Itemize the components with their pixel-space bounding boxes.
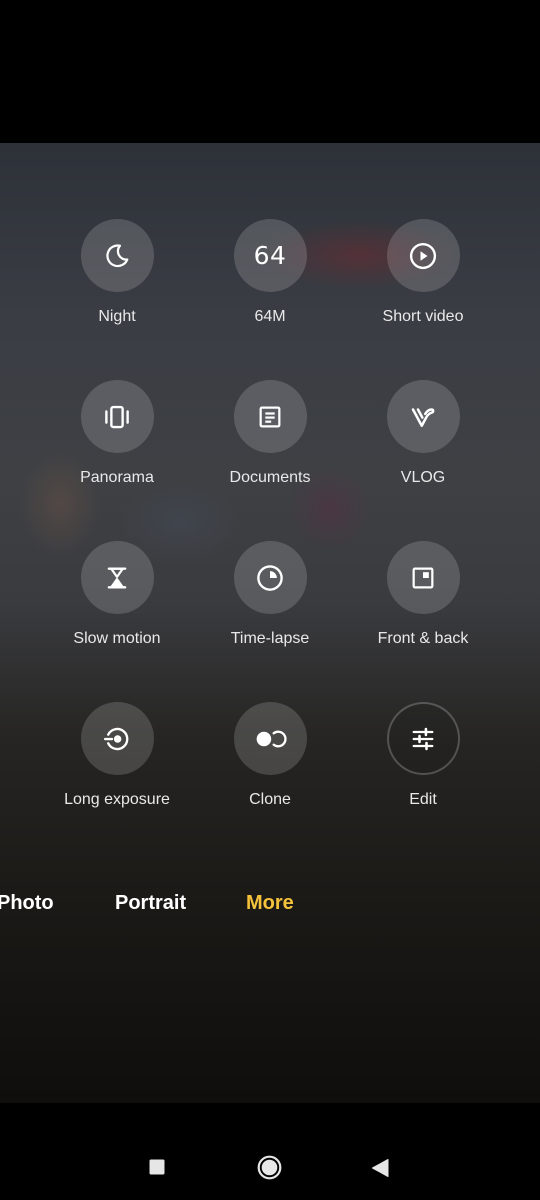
triangle-back-icon[interactable] (371, 1158, 389, 1183)
long-exposure-icon (80, 702, 154, 775)
mode-label: Panorama (80, 469, 154, 486)
camera-mode-tabs: Photo Portrait More (0, 890, 540, 920)
mode-night[interactable]: Night (42, 219, 192, 326)
front-back-icon (386, 541, 460, 614)
64-icon: 64 (233, 219, 307, 292)
64-icon-text: 64 (253, 241, 287, 270)
mode-label: VLOG (400, 469, 446, 486)
square-icon[interactable] (149, 1159, 166, 1181)
panorama-icon (80, 380, 154, 453)
tab-photo[interactable]: Photo (0, 892, 54, 915)
top-bar (0, 0, 540, 143)
mode-label: Long exposure (64, 791, 170, 808)
mode-label: Front & back (377, 630, 469, 647)
mode-vlog[interactable]: VLOG (348, 380, 498, 487)
mode-clone[interactable]: Clone (195, 702, 345, 809)
mode-panorama[interactable]: Panorama (42, 380, 192, 487)
mode-front-back[interactable]: Front & back (348, 541, 498, 648)
mode-label: Time-lapse (230, 630, 310, 647)
mode-64m[interactable]: 64 64M (195, 219, 345, 326)
mode-label: 64M (254, 308, 286, 325)
mode-long-exposure[interactable]: Long exposure (42, 702, 192, 809)
mode-label: Night (98, 308, 136, 325)
mode-label: Clone (249, 791, 291, 808)
clone-icon (233, 702, 307, 775)
document-icon (233, 380, 307, 453)
sliders-icon (386, 702, 460, 775)
mode-label: Edit (409, 791, 437, 808)
moon-icon (80, 219, 154, 292)
mode-slow-motion[interactable]: Slow motion (42, 541, 192, 648)
mode-edit[interactable]: Edit (348, 702, 498, 809)
play-circle-icon (386, 219, 460, 292)
mode-label: Slow motion (73, 630, 161, 647)
mode-time-lapse[interactable]: Time-lapse (195, 541, 345, 648)
circle-icon[interactable] (257, 1155, 282, 1185)
timelapse-icon (233, 541, 307, 614)
system-navigation-bar (0, 1103, 540, 1200)
mode-short-video[interactable]: Short video (348, 219, 498, 326)
tab-more[interactable]: More (246, 892, 294, 915)
mode-documents[interactable]: Documents (195, 380, 345, 487)
tab-portrait[interactable]: Portrait (115, 892, 186, 915)
hourglass-icon (80, 541, 154, 614)
mode-label: Documents (229, 469, 311, 486)
mode-label: Short video (382, 308, 464, 325)
vlog-icon (386, 380, 460, 453)
